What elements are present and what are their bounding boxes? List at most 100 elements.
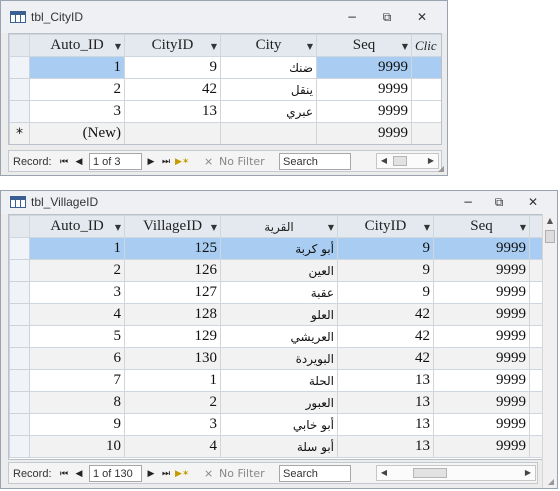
city-id-cell[interactable]: 9 bbox=[337, 259, 434, 282]
no-filter-button[interactable]: No Filter bbox=[219, 466, 265, 482]
city-id-cell[interactable]: 42 bbox=[124, 78, 221, 101]
horizontal-scrollbar[interactable]: ◀ ▶ bbox=[376, 153, 439, 169]
table-row[interactable]: 7 1 الحلة 13 9999 bbox=[9, 369, 552, 392]
city-id-cell[interactable]: 42 bbox=[337, 325, 434, 348]
scroll-left-icon[interactable]: ◀ bbox=[377, 154, 391, 168]
new-record-marker[interactable]: * bbox=[9, 122, 30, 144]
auto-id-cell[interactable]: 4 bbox=[29, 303, 125, 326]
row-selector[interactable] bbox=[9, 413, 30, 436]
seq-cell[interactable]: 9999 bbox=[433, 435, 530, 458]
village-cell[interactable]: العبور bbox=[220, 391, 338, 414]
city-id-cell[interactable]: 42 bbox=[337, 347, 434, 370]
village-id-cell[interactable]: 128 bbox=[124, 303, 221, 326]
table-row[interactable]: 4 128 العلو 42 9999 bbox=[9, 303, 552, 326]
clic-cell[interactable] bbox=[411, 122, 441, 144]
seq-cell[interactable]: 9999 bbox=[433, 259, 530, 282]
city-cell[interactable]: ضنك bbox=[220, 56, 317, 79]
city-id-cell[interactable]: 9 bbox=[337, 237, 434, 260]
previous-record-icon[interactable]: ◀ bbox=[73, 466, 85, 482]
previous-record-icon[interactable]: ◀ bbox=[73, 154, 85, 170]
scroll-thumb[interactable] bbox=[413, 468, 447, 478]
auto-id-cell[interactable]: 9 bbox=[29, 413, 125, 436]
village-id-cell[interactable]: 125 bbox=[124, 237, 221, 260]
new-record-row[interactable]: * (New) 9999 bbox=[9, 122, 441, 144]
seq-cell[interactable]: 9999 bbox=[433, 237, 530, 260]
auto-id-cell[interactable]: 8 bbox=[29, 391, 125, 414]
first-record-icon[interactable]: ⏮ bbox=[58, 466, 70, 482]
seq-cell[interactable]: 9999 bbox=[433, 303, 530, 326]
column-header-auto-id[interactable]: Auto_ID ▼ bbox=[29, 215, 125, 238]
row-selector[interactable] bbox=[9, 100, 30, 123]
search-input[interactable]: Search bbox=[279, 465, 351, 482]
row-selector[interactable] bbox=[9, 391, 30, 414]
city-cell[interactable] bbox=[220, 122, 317, 144]
village-id-cell[interactable]: 130 bbox=[124, 347, 221, 370]
filter-icon[interactable]: ⨯ bbox=[204, 154, 213, 170]
city-id-cell[interactable]: 13 bbox=[337, 435, 434, 458]
city-id-cell[interactable]: 9 bbox=[124, 56, 221, 79]
minimize-icon[interactable]: − bbox=[340, 7, 364, 27]
village-id-cell[interactable]: 126 bbox=[124, 259, 221, 282]
row-selector[interactable] bbox=[9, 259, 30, 282]
city-id-cell[interactable] bbox=[124, 122, 221, 144]
village-cell[interactable]: أبو كربة bbox=[220, 237, 338, 260]
village-id-cell[interactable]: 1 bbox=[124, 369, 221, 392]
last-record-icon[interactable]: ⏭ bbox=[160, 466, 172, 482]
auto-id-cell[interactable]: 5 bbox=[29, 325, 125, 348]
village-cell[interactable]: البويردة bbox=[220, 347, 338, 370]
seq-cell[interactable]: 9999 bbox=[316, 56, 412, 79]
minimize-icon[interactable]: − bbox=[456, 192, 480, 212]
auto-id-cell[interactable]: 2 bbox=[29, 78, 125, 101]
restore-icon[interactable]: ⧉ bbox=[487, 192, 511, 212]
auto-id-cell[interactable]: 10 bbox=[29, 435, 125, 458]
chevron-down-icon[interactable]: ▼ bbox=[328, 223, 334, 232]
chevron-down-icon[interactable]: ▼ bbox=[307, 42, 313, 51]
row-selector[interactable] bbox=[9, 303, 30, 326]
village-cell[interactable]: العلو bbox=[220, 303, 338, 326]
record-position-field[interactable]: 1 of 3 bbox=[89, 153, 142, 170]
next-record-icon[interactable]: ▶ bbox=[145, 154, 157, 170]
chevron-down-icon[interactable]: ▼ bbox=[520, 223, 526, 232]
clic-cell[interactable] bbox=[411, 56, 441, 79]
column-header-seq[interactable]: Seq ▼ bbox=[316, 34, 412, 57]
village-cell[interactable]: العين bbox=[220, 259, 338, 282]
filter-icon[interactable]: ⨯ bbox=[204, 466, 213, 482]
table-row[interactable]: 2 126 العين 9 9999 bbox=[9, 259, 552, 282]
row-selector[interactable] bbox=[9, 347, 30, 370]
city-id-cell[interactable]: 13 bbox=[337, 413, 434, 436]
seq-cell[interactable]: 9999 bbox=[433, 413, 530, 436]
new-record-icon[interactable]: ▶✶ bbox=[175, 466, 189, 482]
auto-id-cell[interactable]: 3 bbox=[29, 100, 125, 123]
scroll-thumb[interactable] bbox=[393, 156, 407, 166]
clic-cell[interactable] bbox=[411, 78, 441, 101]
village-id-cell[interactable]: 4 bbox=[124, 435, 221, 458]
seq-cell[interactable]: 9999 bbox=[433, 325, 530, 348]
column-header-city-id[interactable]: CityID ▼ bbox=[124, 34, 221, 57]
horizontal-scrollbar[interactable]: ◀ ▶ bbox=[376, 465, 536, 481]
auto-id-cell[interactable]: 2 bbox=[29, 259, 125, 282]
search-input[interactable]: Search bbox=[279, 153, 351, 170]
title-bar[interactable]: tbl_CityID − ⧉ ✕ bbox=[1, 1, 447, 33]
chevron-down-icon[interactable]: ▼ bbox=[211, 42, 217, 51]
close-icon[interactable]: ✕ bbox=[521, 192, 545, 212]
auto-id-cell[interactable]: 3 bbox=[29, 281, 125, 304]
village-cell[interactable]: العريشي bbox=[220, 325, 338, 348]
column-header-city-id[interactable]: CityID ▼ bbox=[337, 215, 434, 238]
select-all-cell[interactable] bbox=[9, 215, 30, 238]
city-id-cell[interactable]: 13 bbox=[337, 369, 434, 392]
column-header-auto-id[interactable]: Auto_ID ▼ bbox=[29, 34, 125, 57]
clic-cell[interactable] bbox=[411, 100, 441, 123]
table-row[interactable]: 3 13 عبري 9999 bbox=[9, 100, 441, 123]
table-row[interactable]: 1 9 ضنك 9999 bbox=[9, 56, 441, 79]
table-row[interactable]: 8 2 العبور 13 9999 bbox=[9, 391, 552, 414]
auto-id-cell[interactable]: 1 bbox=[29, 56, 125, 79]
auto-id-cell[interactable]: (New) bbox=[29, 122, 125, 144]
village-id-cell[interactable]: 2 bbox=[124, 391, 221, 414]
village-id-cell[interactable]: 129 bbox=[124, 325, 221, 348]
column-header-city[interactable]: City ▼ bbox=[220, 34, 317, 57]
vertical-scrollbar[interactable]: ▲ bbox=[542, 214, 557, 488]
seq-cell[interactable]: 9999 bbox=[433, 281, 530, 304]
row-selector[interactable] bbox=[9, 325, 30, 348]
scroll-thumb[interactable] bbox=[545, 230, 555, 243]
auto-id-cell[interactable]: 7 bbox=[29, 369, 125, 392]
